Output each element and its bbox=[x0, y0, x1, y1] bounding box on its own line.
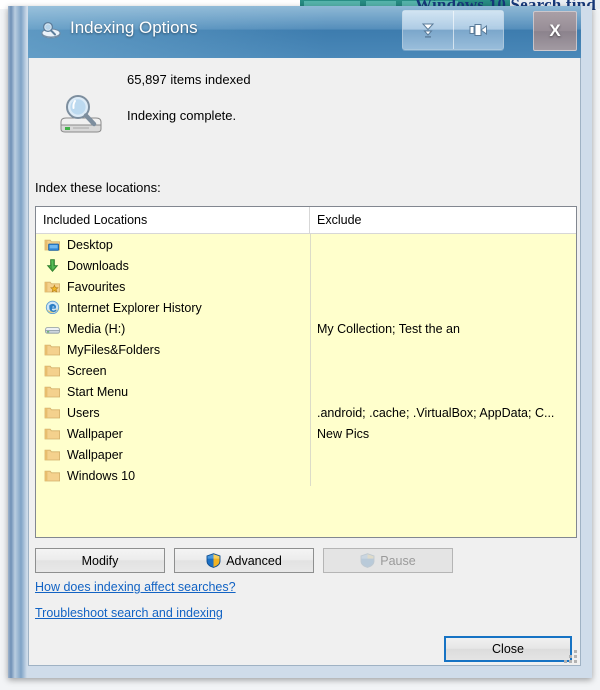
resize-grip[interactable] bbox=[563, 649, 577, 663]
pause-button-label: Pause bbox=[380, 553, 416, 568]
table-row[interactable]: Desktop bbox=[36, 234, 576, 255]
link-troubleshoot-search-indexing[interactable]: Troubleshoot search and indexing bbox=[35, 606, 223, 620]
location-cell: Wallpaper bbox=[36, 447, 310, 462]
location-label: Windows 10 bbox=[67, 468, 136, 483]
table-row[interactable]: Media (H:) My Collection; Test the an bbox=[36, 318, 576, 339]
location-label: Media (H:) bbox=[67, 321, 126, 336]
location-label: Internet Explorer History bbox=[67, 300, 202, 315]
location-cell: Internet Explorer History bbox=[36, 300, 310, 315]
location-cell: Users bbox=[36, 405, 310, 420]
indexed-locations-listview[interactable]: Included Locations Exclude Desktop Downlo… bbox=[35, 206, 577, 538]
location-cell: Desktop bbox=[36, 237, 310, 252]
close-window-button[interactable]: X bbox=[533, 11, 577, 51]
folder-icon bbox=[44, 449, 60, 461]
folder-icon bbox=[44, 407, 60, 419]
modify-button-label: Modify bbox=[81, 553, 119, 568]
close-button[interactable]: Close bbox=[444, 636, 572, 662]
uac-shield-icon-disabled bbox=[360, 553, 375, 568]
location-cell: Favourites bbox=[36, 279, 310, 294]
pin-window-button[interactable] bbox=[452, 11, 503, 49]
pause-button[interactable]: Pause bbox=[323, 548, 453, 573]
table-row[interactable]: Internet Explorer History bbox=[36, 297, 576, 318]
table-row[interactable]: Screen bbox=[36, 360, 576, 381]
folder-icon bbox=[44, 386, 60, 398]
indexing-options-icon bbox=[41, 21, 61, 39]
location-label: Wallpaper bbox=[67, 426, 123, 441]
titlebar-glass-button-group bbox=[402, 10, 504, 50]
drive-search-icon bbox=[60, 95, 102, 133]
advanced-button-label: Advanced bbox=[226, 553, 282, 568]
table-row[interactable]: MyFiles&Folders bbox=[36, 339, 576, 360]
listview-body: Desktop Downloads Favourites Internet Explo… bbox=[36, 234, 576, 486]
column-header-exclude[interactable]: Exclude bbox=[310, 207, 576, 233]
location-label: Users bbox=[67, 405, 100, 420]
close-button-label: Close bbox=[492, 642, 524, 656]
location-cell: MyFiles&Folders bbox=[36, 342, 310, 357]
table-row[interactable]: Users .android; .cache; .VirtualBox; AppD… bbox=[36, 402, 576, 423]
location-cell: Screen bbox=[36, 363, 310, 378]
folder-desktop-icon bbox=[44, 239, 60, 251]
location-label: Favourites bbox=[67, 279, 126, 294]
location-label: Downloads bbox=[67, 258, 129, 273]
internet-explorer-icon bbox=[45, 300, 60, 315]
indexing-options-window: Indexing Options X 65,897 items indexed … bbox=[8, 6, 592, 678]
window-title: Indexing Options bbox=[70, 18, 198, 37]
table-row[interactable]: Downloads bbox=[36, 255, 576, 276]
downloads-arrow-icon bbox=[46, 259, 59, 273]
table-row[interactable]: Wallpaper bbox=[36, 444, 576, 465]
dialog-client-area: 65,897 items indexed Indexing complete. … bbox=[29, 58, 580, 665]
table-row[interactable]: Favourites bbox=[36, 276, 576, 297]
exclude-cell: New Pics bbox=[317, 426, 370, 441]
modify-button[interactable]: Modify bbox=[35, 548, 165, 573]
location-label: Wallpaper bbox=[67, 447, 123, 462]
table-row[interactable]: Wallpaper New Pics bbox=[36, 423, 576, 444]
index-locations-label: Index these locations: bbox=[35, 180, 161, 195]
exclude-cell: .android; .cache; .VirtualBox; AppData; … bbox=[317, 405, 555, 420]
pin-icon bbox=[469, 24, 488, 36]
folder-icon bbox=[44, 365, 60, 377]
collapse-to-tray-button[interactable] bbox=[403, 11, 453, 49]
folder-icon bbox=[44, 470, 60, 482]
collapse-arrow-icon bbox=[421, 23, 434, 38]
window-titlebar[interactable]: Indexing Options X bbox=[28, 6, 581, 58]
location-label: Desktop bbox=[67, 237, 113, 252]
folder-favourites-icon bbox=[44, 281, 60, 293]
indexing-status-message: Indexing complete. bbox=[127, 108, 237, 123]
folder-icon bbox=[44, 428, 60, 440]
location-label: MyFiles&Folders bbox=[67, 342, 161, 357]
indexed-items-count: 65,897 items indexed bbox=[127, 72, 251, 87]
location-cell: Media (H:) bbox=[36, 321, 310, 336]
location-cell: Windows 10 bbox=[36, 468, 310, 483]
table-row[interactable]: Windows 10 bbox=[36, 465, 576, 486]
listview-header: Included Locations Exclude bbox=[36, 207, 576, 234]
location-label: Start Menu bbox=[67, 384, 129, 399]
drive-icon bbox=[45, 327, 60, 334]
uac-shield-icon bbox=[206, 553, 221, 568]
location-label: Screen bbox=[67, 363, 107, 378]
table-row[interactable]: Start Menu bbox=[36, 381, 576, 402]
column-header-included-locations[interactable]: Included Locations bbox=[36, 207, 310, 233]
location-cell: Start Menu bbox=[36, 384, 310, 399]
advanced-button[interactable]: Advanced bbox=[174, 548, 314, 573]
exclude-cell: My Collection; Test the an bbox=[317, 321, 460, 336]
folder-icon bbox=[44, 344, 60, 356]
location-cell: Downloads bbox=[36, 258, 310, 273]
location-cell: Wallpaper bbox=[36, 426, 310, 441]
link-indexing-affect-searches[interactable]: How does indexing affect searches? bbox=[35, 580, 236, 594]
